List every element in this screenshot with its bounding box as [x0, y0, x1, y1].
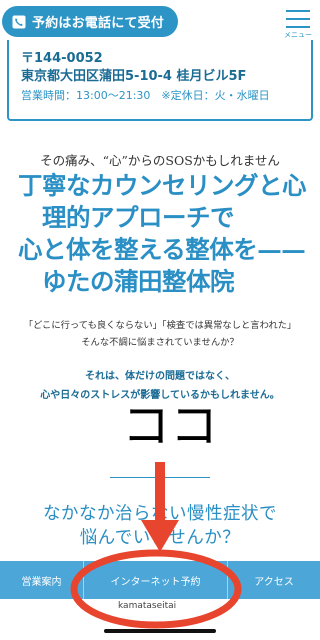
sub-headline-line: なかなか治らない慢性症状で: [43, 504, 277, 524]
phone-reservation-button[interactable]: 予約はお電話にて受付: [2, 6, 178, 37]
street-address: 東京都大田区蒲田5-10-4 桂月ビル5F: [21, 69, 247, 84]
menu-label: メニュー: [284, 31, 312, 39]
emphasis-line: それは、体だけの問題ではなく、: [85, 371, 235, 382]
hamburger-menu-button[interactable]: メニュー: [284, 8, 312, 40]
business-hours: 営業時間：13:00〜21:30 ※定休日：火・水曜日: [21, 89, 270, 102]
bottom-nav: 営業案内 インターネット予約 アクセス: [0, 561, 320, 599]
address-card: 〒144-0052 東京都大田区蒲田5-10-4 桂月ビル5F 営業時間：13:…: [7, 40, 313, 121]
sub-headline: なかなか治らない慢性症状で 悩んでいませんか？: [0, 502, 320, 550]
nav-internet-reservation[interactable]: インターネット予約: [84, 561, 228, 599]
hero-headline: 丁寧なカウンセリングと心 理的アプローチで 心と体を整える整体を—— ゆたの蒲田…: [18, 170, 318, 298]
hero-tagline: その痛み、“心”からのSOSかもしれません: [40, 153, 280, 168]
phone-icon: [12, 15, 26, 28]
sub-headline-line: 悩んでいませんか？: [79, 528, 241, 548]
url-fragment[interactable]: kamataseitai: [118, 601, 176, 611]
annotation-label: ココ: [121, 398, 218, 454]
nav-access[interactable]: アクセス: [228, 561, 320, 599]
postal-code: 〒144-0052: [21, 51, 103, 66]
home-indicator[interactable]: [104, 629, 216, 633]
hamburger-icon: [286, 10, 310, 12]
quotes-line: そんな不調に悩まされていませんか？: [81, 337, 239, 348]
top-bar: 予約はお電話にて受付 メニュー: [0, 0, 320, 44]
headline-line: ゆたの蒲田整体院: [42, 267, 235, 296]
nav-business-info[interactable]: 営業案内: [0, 561, 84, 599]
phone-reservation-label: 予約はお電話にて受付: [32, 16, 165, 31]
section-divider: [110, 477, 210, 478]
concern-quotes: 「どこに行っても良くならない」「検査では異常なしと言われた」 そんな不調に悩まさ…: [0, 317, 320, 351]
headline-line: 理的アプローチで: [42, 203, 235, 232]
headline-line: 心と体を整える整体を——: [18, 235, 306, 264]
quotes-line: 「どこに行っても良くならない」「検査では異常なしと言われた」: [23, 320, 297, 331]
headline-line: 丁寧なカウンセリングと心: [18, 171, 307, 200]
